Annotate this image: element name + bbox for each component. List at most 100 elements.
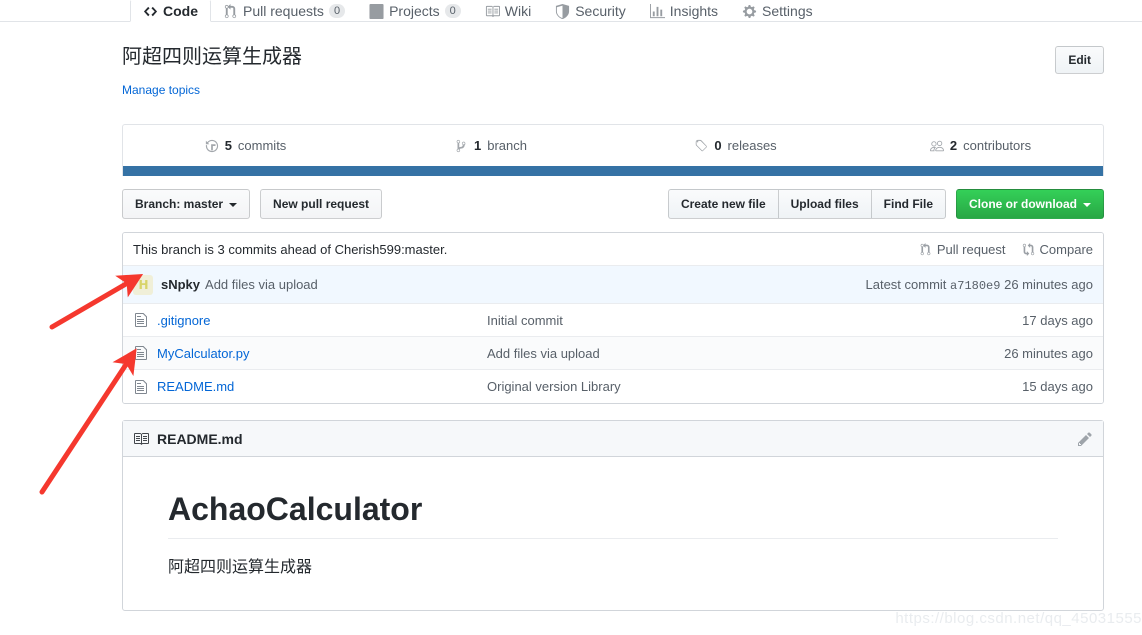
- file-icon: [133, 345, 149, 361]
- nav-tab-settings[interactable]: Settings: [730, 0, 825, 22]
- file-name-link[interactable]: .gitignore: [157, 313, 487, 328]
- overview-item-count: 5: [224, 138, 232, 153]
- readme-header: README.md: [123, 421, 1103, 457]
- upload-files-button[interactable]: Upload files: [778, 189, 872, 219]
- commit-age: 26 minutes ago: [1004, 276, 1093, 292]
- overview-item-count: 2: [949, 138, 958, 153]
- file-name-link[interactable]: MyCalculator.py: [157, 346, 487, 361]
- overview-item-branch[interactable]: 1 branch: [368, 125, 613, 166]
- pull-request-link[interactable]: Pull request: [919, 242, 1006, 257]
- arrow-to-mycalculator-file: [39, 348, 137, 495]
- project-board-icon: [369, 3, 384, 19]
- github-repo-page: Code Pull requests 0 Projects 0 Wiki Security I…: [0, 0, 1142, 635]
- overview-item-count: 1: [474, 138, 482, 153]
- overview-item-releases[interactable]: 0 releases: [613, 125, 858, 166]
- overview-item-label: releases: [727, 138, 777, 153]
- arrow-to-latest-commit: [49, 273, 144, 330]
- pull-request-link-label: Pull request: [936, 241, 1006, 257]
- repo-description: 阿超四则运算生成器: [122, 46, 302, 68]
- readme-paragraph: 阿超四则运算生成器: [168, 559, 313, 576]
- nav-tab-counter: 0: [444, 4, 461, 18]
- manage-topics-link[interactable]: Manage topics: [122, 83, 200, 97]
- commit-sha[interactable]: a7180e9: [950, 279, 1000, 293]
- file-commit-message[interactable]: Initial commit: [487, 313, 1022, 328]
- file-row: .gitignore Initial commit 17 days ago: [123, 304, 1103, 337]
- nav-tab-label: Security: [575, 3, 626, 19]
- repo-content-container: 阿超四则运算生成器 Manage topics Edit 5 commits 1 br…: [122, 22, 1104, 611]
- repo-overview-stats: 5 commits 1 branch 0 releases 2 contributors: [122, 124, 1104, 166]
- file-create-button-group: Create new file Upload files Find File: [667, 189, 946, 219]
- repo-nav-bar: Code Pull requests 0 Projects 0 Wiki Security I…: [0, 0, 1142, 22]
- clone-or-download-label: Clone or download: [969, 197, 1077, 211]
- file-commit-message[interactable]: Add files via upload: [487, 346, 1004, 361]
- create-new-file-button[interactable]: Create new file: [667, 189, 779, 219]
- git-pull-request-icon: [919, 242, 932, 256]
- book-icon: [485, 4, 500, 19]
- file-icon: [133, 312, 149, 328]
- file-row: README.md Original version Library 15 days…: [123, 370, 1103, 403]
- branch-select-button[interactable]: Branch: master: [122, 189, 251, 219]
- chevron-down-icon: [229, 202, 238, 207]
- file-rows: .gitignore Initial commit 17 days ago MyCal…: [123, 304, 1103, 403]
- file-commit-age: 26 minutes ago: [1004, 345, 1093, 361]
- file-row: MyCalculator.py Add files via upload 26 mi…: [123, 337, 1103, 370]
- code-icon: [143, 4, 158, 19]
- edit-button[interactable]: Edit: [1055, 46, 1104, 74]
- commit-author-link[interactable]: sNpky: [161, 277, 200, 292]
- compare-link-label: Compare: [1039, 241, 1093, 257]
- book-icon: [133, 431, 149, 447]
- branch-select-label: Branch: master: [135, 197, 224, 211]
- avatar[interactable]: H: [133, 274, 153, 295]
- nav-tab-label: Settings: [762, 3, 813, 19]
- nav-tab-label: Code: [163, 3, 198, 19]
- find-file-button[interactable]: Find File: [871, 189, 946, 219]
- file-listing-box: This branch is 3 commits ahead of Cheris…: [122, 232, 1104, 404]
- overview-item-contributors[interactable]: 2 contributors: [858, 125, 1103, 166]
- history-icon: [205, 139, 219, 153]
- tag-icon: [694, 139, 708, 153]
- graph-icon: [649, 3, 665, 19]
- git-compare-icon: [1022, 242, 1035, 256]
- branch-status-bar: This branch is 3 commits ahead of Cheris…: [123, 233, 1103, 266]
- nav-tab-pull-requests[interactable]: Pull requests 0: [211, 0, 357, 22]
- nav-tab-wiki[interactable]: Wiki: [473, 0, 543, 22]
- nav-tab-counter: 0: [328, 4, 346, 18]
- file-icon: [133, 379, 149, 395]
- repo-nav-tabs: Code Pull requests 0 Projects 0 Wiki Security I…: [130, 0, 825, 22]
- nav-tab-label: Insights: [669, 3, 719, 19]
- latest-commit-meta: Latest commit a7180e9 26 minutes ago: [866, 277, 1094, 293]
- readme-title: README.md: [157, 430, 243, 447]
- latest-commit-prefix: Latest commit: [865, 276, 947, 292]
- commit-message[interactable]: Add files via upload: [205, 277, 318, 292]
- compare-link[interactable]: Compare: [1022, 242, 1093, 257]
- nav-tab-label: Projects: [389, 3, 440, 19]
- overview-item-commits[interactable]: 5 commits: [123, 125, 368, 166]
- readme-heading: AchaoCalculator: [168, 489, 1058, 539]
- git-pull-request-icon: [223, 3, 238, 19]
- overview-item-count: 0: [714, 138, 722, 153]
- shield-icon: [555, 3, 570, 19]
- file-name-link[interactable]: README.md: [157, 379, 487, 394]
- new-pull-request-button[interactable]: New pull request: [260, 189, 383, 219]
- repo-header: 阿超四则运算生成器 Manage topics Edit: [122, 22, 1104, 99]
- git-branch-icon: [454, 139, 468, 153]
- gear-icon: [742, 4, 757, 19]
- chevron-down-icon: [1083, 202, 1091, 207]
- latest-commit-row: H sNpky Add files via upload Latest comm…: [123, 266, 1103, 304]
- people-icon: [929, 139, 944, 153]
- nav-tab-label: Pull requests: [243, 3, 324, 19]
- readme-panel: README.md AchaoCalculator 阿超四则运算生成器: [122, 420, 1104, 611]
- overview-item-label: commits: [237, 138, 287, 153]
- file-commit-message[interactable]: Original version Library: [487, 379, 1022, 394]
- nav-tab-security[interactable]: Security: [543, 0, 638, 22]
- clone-or-download-button[interactable]: Clone or download: [956, 189, 1104, 219]
- nav-tab-projects[interactable]: Projects 0: [357, 0, 473, 22]
- overview-item-label: contributors: [963, 138, 1032, 153]
- pencil-icon[interactable]: [1077, 431, 1093, 447]
- nav-tab-label: Wiki: [504, 3, 532, 19]
- nav-tab-code[interactable]: Code: [130, 0, 211, 22]
- nav-tab-insights[interactable]: Insights: [638, 0, 730, 22]
- readme-body: AchaoCalculator 阿超四则运算生成器: [123, 457, 1103, 610]
- file-commit-age: 15 days ago: [1022, 379, 1093, 394]
- language-segment-python: [123, 166, 1103, 176]
